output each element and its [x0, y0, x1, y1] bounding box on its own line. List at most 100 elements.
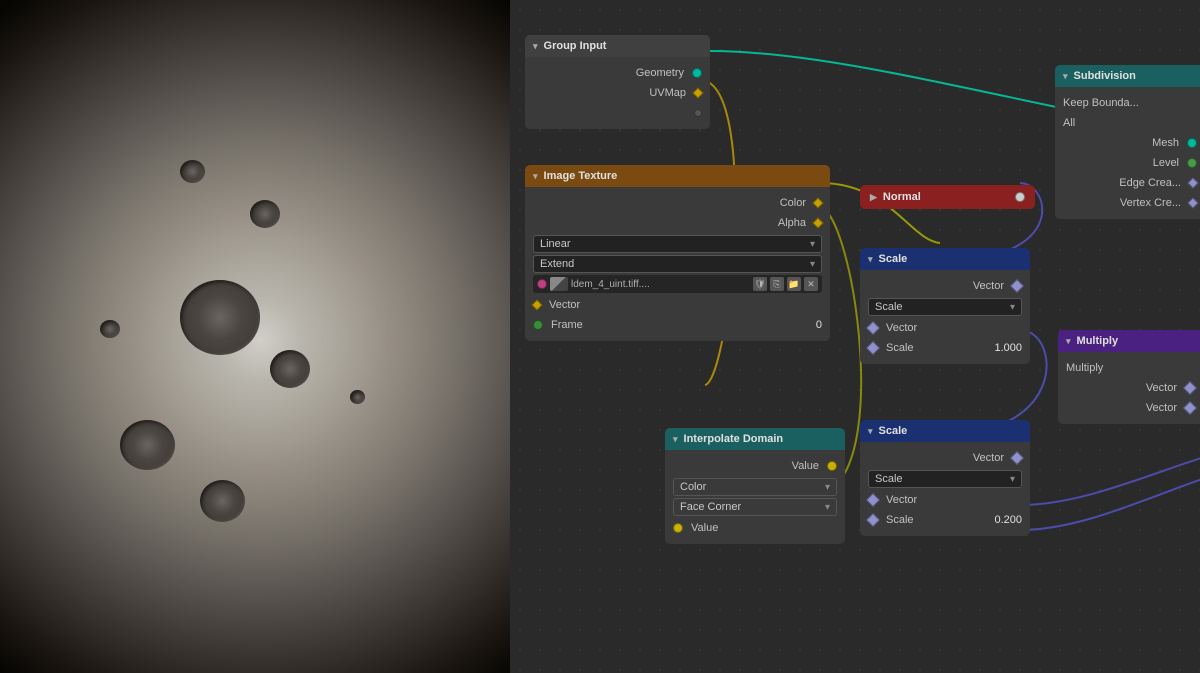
multiply-vector2-socket[interactable] [1183, 401, 1197, 415]
interpolate-domain-node: ▾ Interpolate Domain Value Color ▾ Face … [665, 428, 845, 544]
scale1-chevron: ▾ [868, 254, 873, 265]
filename: ldem_4_uint.tiff.... [571, 279, 750, 290]
color-socket-out[interactable] [812, 197, 823, 208]
extension-value: Extend [540, 258, 574, 270]
scale1-mode-dropdown[interactable]: Scale ▾ [868, 298, 1022, 316]
level-row: Level [1055, 153, 1200, 173]
folder-icon-btn[interactable]: 📁 [787, 277, 801, 291]
3d-viewport [0, 0, 510, 673]
normal-socket-out[interactable] [1015, 192, 1025, 202]
scale1-mode-arrow: ▾ [1010, 302, 1015, 313]
geometry-socket[interactable] [692, 68, 702, 78]
vertex-crease-row: Vertex Cre... [1055, 193, 1200, 213]
extra-socket[interactable] [694, 109, 702, 117]
image-texture-header: ▾ Image Texture [525, 165, 830, 187]
all-row: All [1055, 113, 1200, 133]
scale1-vector-in[interactable] [866, 321, 880, 335]
scale1-scale-label: Scale [886, 342, 990, 354]
scale1-scale-socket[interactable] [866, 341, 880, 355]
alpha-socket-out[interactable] [812, 217, 823, 228]
interp-face-corner-arrow: ▾ [825, 502, 830, 513]
edge-crease-socket[interactable] [1187, 177, 1198, 188]
interpolation-value: Linear [540, 238, 571, 250]
subdivision-chevron: ▾ [1063, 71, 1068, 82]
image-texture-node: ▾ Image Texture Color Alpha Linear ▾ Ext… [525, 165, 830, 341]
interp-color-arrow: ▾ [825, 482, 830, 493]
copy-icon-btn[interactable]: ⎘ [770, 277, 784, 291]
mesh-row: Mesh [1055, 133, 1200, 153]
scale2-mode-dropdown[interactable]: Scale ▾ [868, 470, 1022, 488]
subdivision-title: Subdivision [1074, 70, 1136, 82]
scale2-scale-row: Scale 0.200 [860, 510, 1030, 530]
frame-socket[interactable] [533, 320, 543, 330]
level-socket[interactable] [1187, 158, 1197, 168]
multiply-body: Multiply Vector Vector [1058, 352, 1200, 424]
interpolate-domain-body: Value Color ▾ Face Corner ▾ Value [665, 450, 845, 544]
vector-socket-in[interactable] [531, 299, 542, 310]
vector-input-row: Vector [525, 295, 830, 315]
scale1-vector-in-row: Vector [860, 318, 1030, 338]
scale2-scale-socket[interactable] [866, 513, 880, 527]
geometry-label: Geometry [533, 67, 684, 79]
extension-dropdown[interactable]: Extend ▾ [533, 255, 822, 273]
keep-boundary-label: Keep Bounda... [1063, 97, 1139, 109]
group-input-header: ▾ Group Input [525, 35, 710, 57]
extension-arrow: ▾ [810, 259, 815, 270]
edge-crease-row: Edge Crea... [1055, 173, 1200, 193]
image-preview [550, 277, 568, 291]
multiply-vector1-socket[interactable] [1183, 381, 1197, 395]
vertex-crease-label: Vertex Cre... [1063, 197, 1181, 209]
vector-label: Vector [549, 299, 822, 311]
file-row[interactable]: ldem_4_uint.tiff.... 🛡 ⎘ 📁 ✕ [533, 275, 822, 293]
interp-value-in-label: Value [691, 522, 837, 534]
interpolation-arrow: ▾ [810, 239, 815, 250]
shield-icon-btn[interactable]: 🛡 [753, 277, 767, 291]
multiply-title: Multiply [1077, 335, 1119, 347]
interp-value-out-socket[interactable] [827, 461, 837, 471]
normal-node: ▶ Normal [860, 185, 1035, 209]
scale2-title: Scale [879, 425, 908, 437]
multiply-vector2-row: Vector [1058, 398, 1200, 418]
scale2-vector-in[interactable] [866, 493, 880, 507]
multiply-header: ▾ Multiply [1058, 330, 1200, 352]
interpolate-domain-header: ▾ Interpolate Domain [665, 428, 845, 450]
interpolation-dropdown[interactable]: Linear ▾ [533, 235, 822, 253]
scale2-vector-in-row: Vector [860, 490, 1030, 510]
node-editor: ▾ Group Input Geometry UVMap ▾ Image Tex… [510, 0, 1200, 673]
normal-header: ▶ Normal [860, 185, 1035, 209]
multiply-chevron: ▾ [1066, 336, 1071, 347]
normal-chevron: ▶ [870, 192, 877, 203]
image-texture-title: Image Texture [544, 170, 618, 182]
scale1-body: Vector Scale ▾ Vector Scale 1.000 [860, 270, 1030, 364]
interp-color-dropdown[interactable]: Color ▾ [673, 478, 837, 496]
file-color-indicator [537, 279, 547, 289]
multiply-vector1-row: Vector [1058, 378, 1200, 398]
close-icon-btn[interactable]: ✕ [804, 277, 818, 291]
mesh-label: Mesh [1063, 137, 1179, 149]
group-input-node: ▾ Group Input Geometry UVMap [525, 35, 710, 129]
keep-boundary-row: Keep Bounda... [1055, 93, 1200, 113]
vertex-crease-socket[interactable] [1187, 197, 1198, 208]
scale1-vector-socket-out[interactable] [1010, 279, 1024, 293]
mesh-socket[interactable] [1187, 138, 1197, 148]
extra-socket-row [525, 103, 710, 123]
edge-crease-label: Edge Crea... [1063, 177, 1181, 189]
scale2-body: Vector Scale ▾ Vector Scale 0.200 [860, 442, 1030, 536]
moon-surface [0, 0, 510, 673]
scale2-mode: Scale [875, 473, 903, 485]
scale2-vector-in-label: Vector [886, 494, 1022, 506]
scale2-value: 0.200 [994, 514, 1022, 526]
scale2-mode-arrow: ▾ [1010, 474, 1015, 485]
multiply-label-row: Multiply [1058, 358, 1200, 378]
scale1-mode: Scale [875, 301, 903, 313]
scale2-vector-out-label: Vector [868, 452, 1004, 464]
interpolate-title: Interpolate Domain [684, 433, 784, 445]
interp-value-in-socket[interactable] [673, 523, 683, 533]
uvmap-socket[interactable] [692, 87, 703, 98]
interp-face-corner-dropdown[interactable]: Face Corner ▾ [673, 498, 837, 516]
scale2-node: ▾ Scale Vector Scale ▾ Vector Scale [860, 420, 1030, 536]
scale2-vector-socket-out[interactable] [1010, 451, 1024, 465]
scale2-header: ▾ Scale [860, 420, 1030, 442]
geometry-row: Geometry [525, 63, 710, 83]
frame-value: 0 [816, 319, 822, 331]
